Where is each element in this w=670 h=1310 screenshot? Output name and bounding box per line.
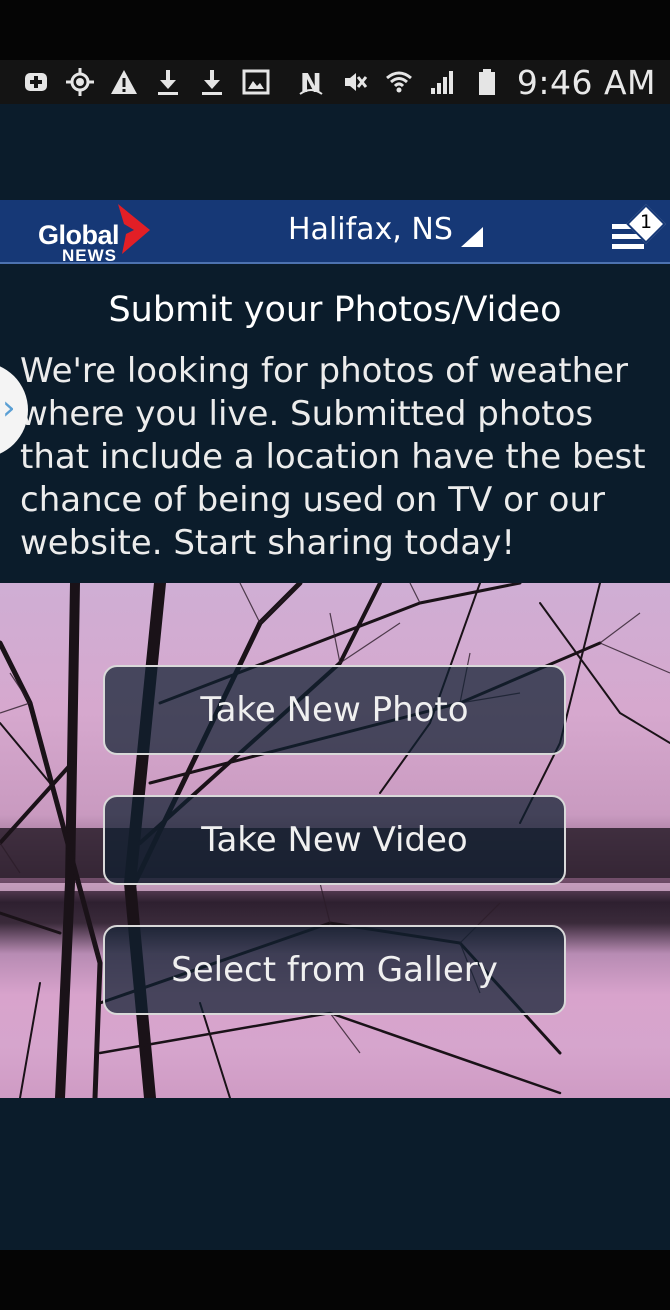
battery-icon	[473, 68, 501, 96]
wifi-icon	[385, 68, 413, 96]
location-selector[interactable]: Halifax, NS	[288, 212, 483, 247]
location-label: Halifax, NS	[288, 212, 453, 247]
bottom-black-area	[0, 1250, 670, 1310]
nfc-icon: N	[297, 68, 325, 96]
download-icon	[198, 68, 226, 96]
warning-icon	[110, 68, 138, 96]
take-new-photo-label: Take New Photo	[200, 690, 469, 730]
logo-chevron-icon	[118, 204, 150, 254]
take-new-photo-button[interactable]: Take New Photo	[103, 665, 566, 755]
global-news-logo: Global NEWS	[36, 202, 156, 265]
hamburger-icon-bar	[612, 244, 644, 249]
add-box-icon	[22, 68, 50, 96]
take-new-video-label: Take New Video	[201, 820, 468, 860]
top-black-area	[0, 0, 670, 60]
status-bar: N 9:46 AM	[0, 60, 670, 104]
page-description: We're looking for photos of weather wher…	[20, 351, 646, 563]
notification-count: 1	[640, 211, 653, 233]
logo-text-news: NEWS	[62, 246, 117, 265]
gps-icon	[66, 68, 94, 96]
status-bar-system: N 9:46 AM	[297, 63, 656, 102]
select-from-gallery-label: Select from Gallery	[171, 950, 498, 990]
image-icon	[242, 68, 270, 96]
app-header: Global NEWS Halifax, NS 1	[0, 200, 670, 265]
take-new-video-button[interactable]: Take New Video	[103, 795, 566, 885]
status-time: 9:46 AM	[516, 62, 656, 102]
download-icon	[154, 68, 182, 96]
select-from-gallery-button[interactable]: Select from Gallery	[103, 925, 566, 1015]
menu-button[interactable]: 1	[610, 204, 666, 256]
chevron-right-icon: ›	[2, 388, 16, 428]
caret-down-icon	[460, 226, 483, 247]
mute-icon	[341, 68, 369, 96]
background-photo: Take New Photo Take New Video Select fro…	[0, 583, 670, 1098]
page-title: Submit your Photos/Video	[108, 290, 562, 330]
signal-icon	[429, 68, 457, 96]
status-bar-notifications	[22, 68, 270, 96]
